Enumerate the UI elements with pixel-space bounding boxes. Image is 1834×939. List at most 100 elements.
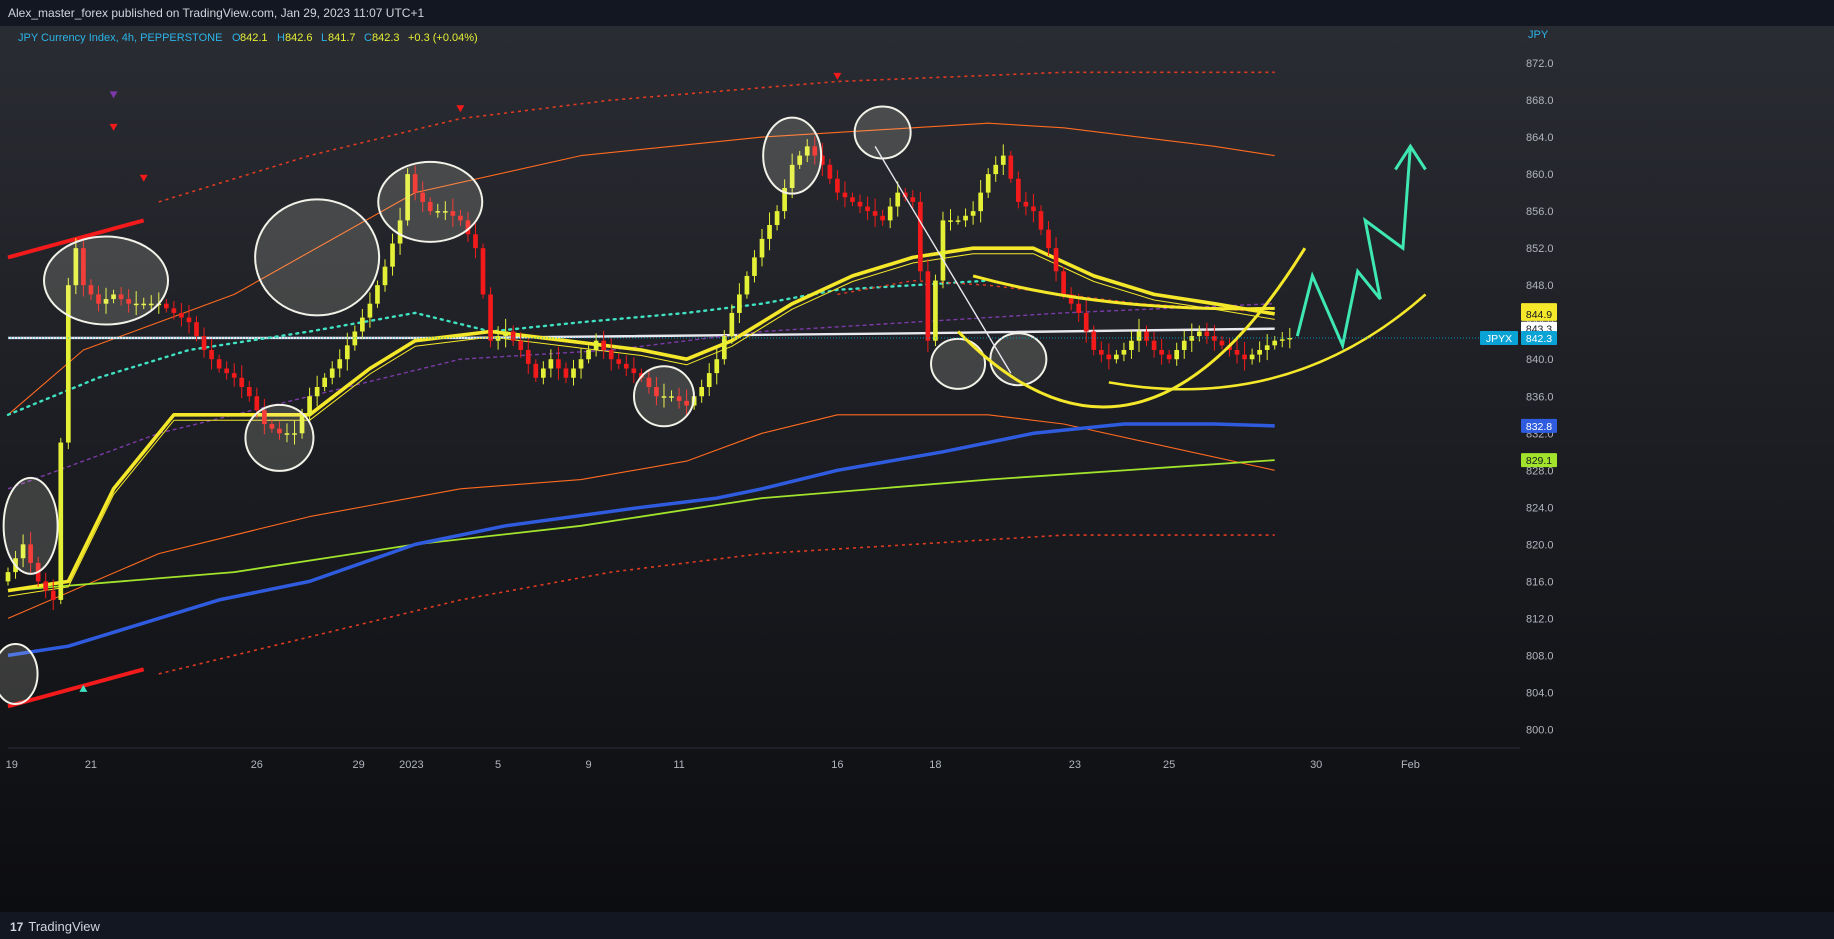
candle-body	[918, 201, 923, 272]
candle-body	[571, 368, 576, 378]
candle-body	[955, 220, 961, 222]
legend-change: +0.3 (+0.04%)	[408, 32, 478, 44]
price-tag-label: 829.1	[1526, 455, 1552, 467]
y-tick-label: 812.0	[1526, 613, 1554, 625]
candle-body	[1053, 248, 1059, 272]
candle-body	[948, 220, 953, 222]
y-tick-label: 860.0	[1526, 169, 1554, 181]
candle-body	[1174, 349, 1180, 360]
candle-body	[593, 340, 599, 350]
candle-body	[375, 285, 380, 304]
candle-body	[239, 377, 245, 387]
candle-body	[216, 359, 222, 369]
y-tick-label: 836.0	[1526, 391, 1554, 403]
x-tick-label: 16	[831, 759, 843, 771]
candle-body	[382, 266, 388, 286]
highlight-circle	[244, 403, 315, 472]
candle-body	[842, 192, 848, 198]
x-tick-label: 30	[1310, 759, 1322, 771]
candle-body	[1166, 354, 1172, 360]
candle-body	[737, 294, 742, 313]
candle-body	[322, 377, 328, 387]
candle-body	[1151, 340, 1157, 350]
candle-body	[1023, 201, 1029, 207]
y-tick-label: 848.0	[1526, 280, 1554, 292]
candle-body	[1181, 340, 1187, 350]
candle-body	[525, 349, 531, 364]
highlight-circle	[254, 198, 381, 317]
highlight-circle	[2, 476, 59, 575]
price-tag-label: 842.3	[1526, 333, 1552, 345]
candle-body	[978, 192, 983, 212]
tradingview-brand[interactable]: 17 TradingView	[10, 919, 100, 934]
candle-body	[201, 336, 207, 350]
candle-body	[556, 359, 561, 369]
x-tick-label: 5	[495, 759, 501, 771]
candle-body	[1016, 178, 1021, 202]
y-tick-label: 800.0	[1526, 724, 1554, 736]
candle-body	[1129, 340, 1134, 350]
highlight-circle	[0, 642, 39, 705]
candle-body	[774, 211, 780, 226]
y-tick-label: 820.0	[1526, 539, 1554, 551]
y-tick-label: 856.0	[1526, 206, 1554, 218]
candle-body	[872, 211, 878, 216]
candle-body	[307, 396, 312, 415]
candle-body	[1264, 345, 1270, 350]
candle-body	[1257, 349, 1262, 355]
legend-open-value: 842.1	[240, 32, 268, 44]
candle-body	[1008, 155, 1014, 179]
candle-body	[179, 312, 184, 318]
legend-close-label: C	[364, 32, 372, 44]
legend-high-label: H	[277, 32, 285, 44]
candle-body	[631, 368, 637, 374]
candle-body	[1159, 349, 1164, 355]
candle-body	[767, 225, 772, 239]
candle-body	[1242, 354, 1247, 360]
candle-body	[729, 312, 735, 337]
brand-label: TradingView	[28, 919, 100, 934]
candle-body	[548, 359, 554, 369]
candle-body	[510, 331, 516, 341]
price-tag-label: 832.8	[1526, 421, 1552, 433]
candle-body	[533, 363, 539, 378]
y-tick-label: 808.0	[1526, 650, 1554, 662]
candle-body	[1249, 354, 1255, 360]
candle-body	[925, 271, 931, 341]
symbol-tag-label: JPYX	[1486, 333, 1512, 345]
candle-body	[1204, 331, 1210, 337]
candle-body	[329, 368, 335, 378]
candle-body	[224, 368, 229, 374]
candle-body	[488, 294, 493, 341]
candle-body	[857, 201, 863, 207]
candle-body	[246, 387, 252, 397]
candle-body	[541, 368, 546, 378]
candle-body	[1136, 331, 1142, 341]
legend-high-value: 842.6	[285, 32, 313, 44]
highlight-circle	[632, 365, 695, 428]
y-tick-label: 816.0	[1526, 576, 1554, 588]
x-tick-label: 21	[85, 759, 97, 771]
x-tick-label: Feb	[1401, 759, 1420, 771]
candle-body	[58, 442, 64, 600]
candle-body	[933, 280, 938, 341]
candle-body	[352, 331, 358, 346]
x-tick-label: 29	[352, 759, 364, 771]
price-tag-label: 844.9	[1526, 309, 1552, 321]
candle-body	[337, 359, 343, 369]
candle-body	[1000, 155, 1006, 165]
price-chart[interactable]: JPY 872.0 868.0 864.0 860.0 856.0 852.0 848.0 84…	[0, 26, 1834, 912]
legend-low-value: 841.7	[328, 32, 356, 44]
chart-area[interactable]: JPY 872.0 868.0 864.0 860.0 856.0 852.0 848.0 84…	[0, 26, 1834, 912]
candle-body	[623, 363, 629, 369]
publish-header: Alex_master_forex published on TradingVi…	[0, 0, 1834, 26]
candle-body	[887, 206, 893, 221]
candle-body	[1114, 354, 1119, 360]
candle-body	[518, 340, 524, 350]
candle-body	[1076, 303, 1082, 313]
price-axis-background	[1520, 26, 1834, 912]
highlight-circle	[930, 337, 987, 390]
candle-body	[699, 387, 705, 397]
candle-body	[1083, 312, 1089, 332]
candle-body	[586, 349, 591, 360]
